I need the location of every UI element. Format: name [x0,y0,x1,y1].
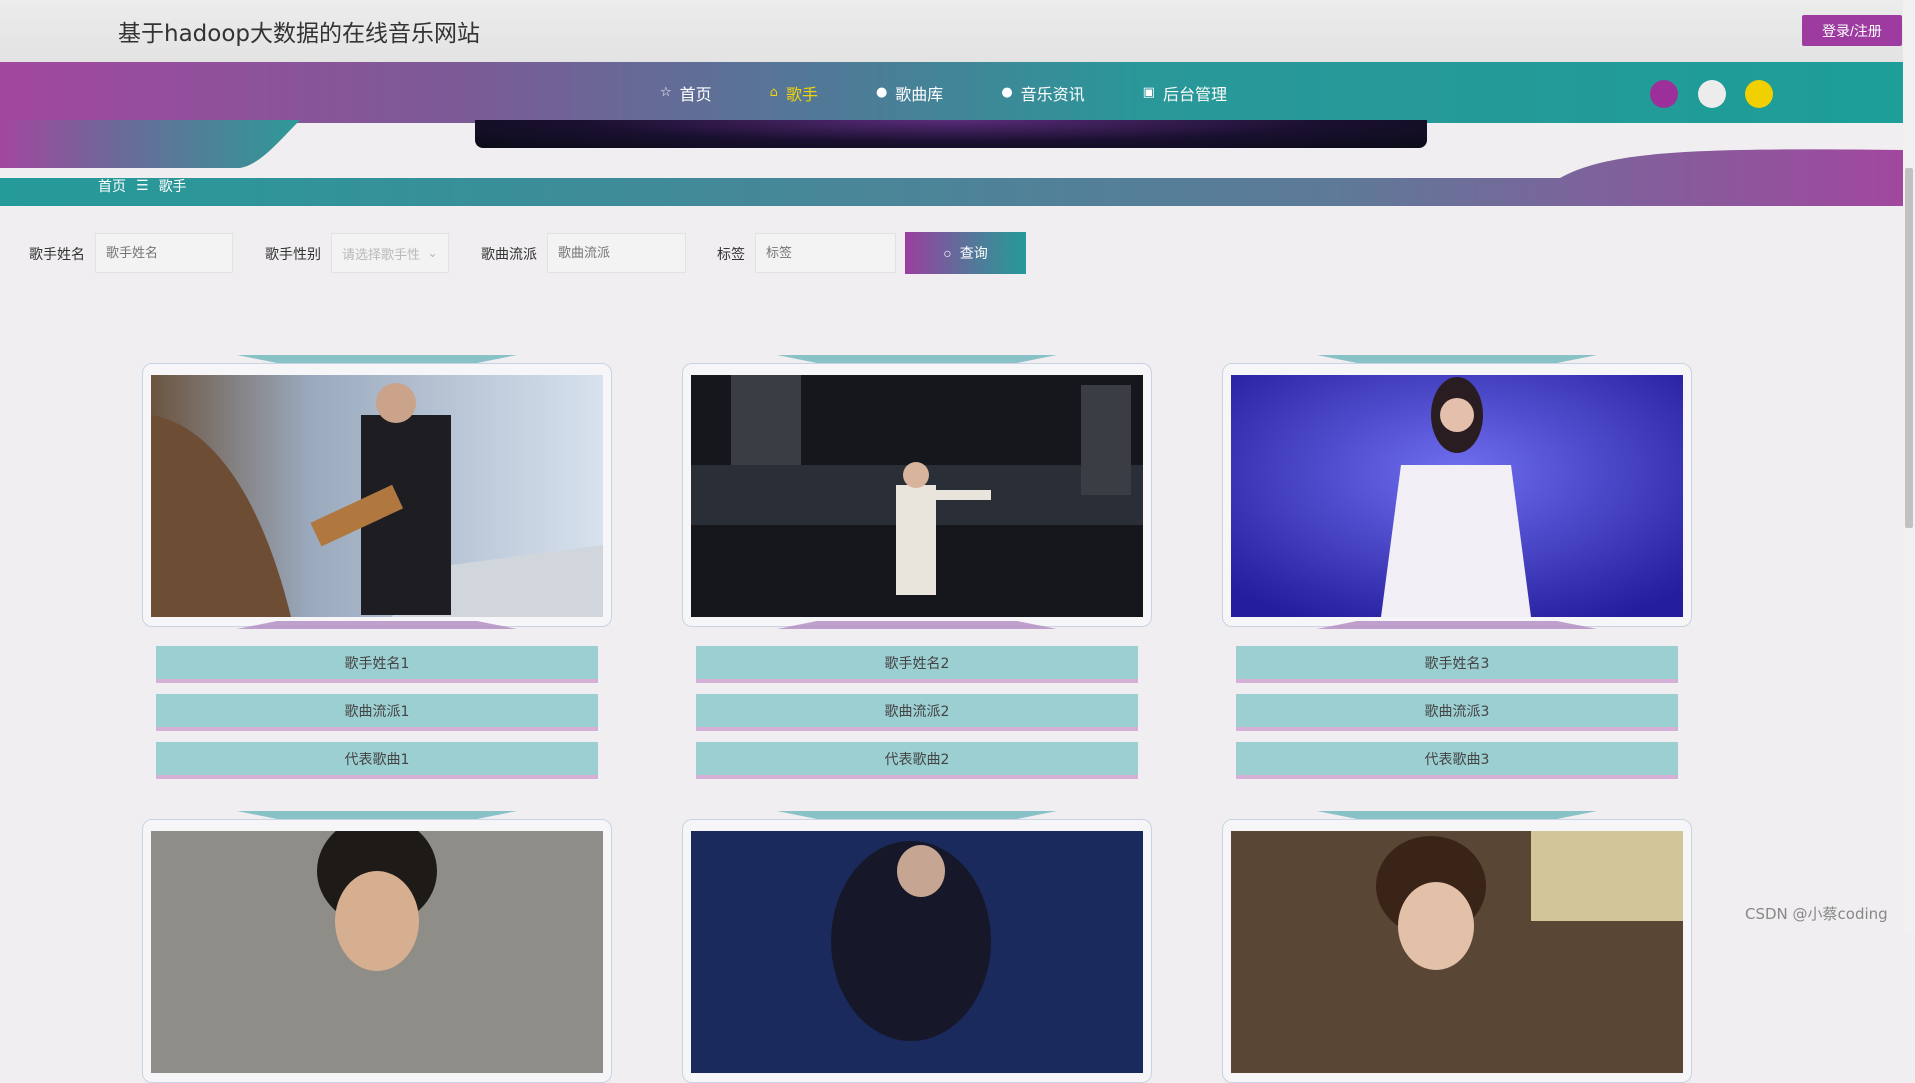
frame-decoration [237,355,517,363]
breadcrumb-current: 歌手 [158,179,187,195]
frame-decoration [1317,621,1597,629]
singer-name-input[interactable] [95,233,233,273]
frame-decoration [237,621,517,629]
singer-card[interactable]: 歌手姓名1 歌曲流派1 代表歌曲1 [142,353,612,783]
singer-song: 代表歌曲3 [1236,742,1678,779]
genre-label: 歌曲流派 [481,247,537,263]
banner-image [475,120,1427,148]
top-header: 基于hadoop大数据的在线音乐网站 登录/注册 [0,0,1903,62]
query-button[interactable]: ○ 查询 [905,232,1026,274]
singer-genre: 歌曲流派1 [156,694,598,731]
watermark: CSDN @小蔡coding [1745,905,1888,923]
nav-label: 歌曲库 [895,84,944,104]
singer-card[interactable] [1222,809,1692,1083]
frame-decoration [777,811,1057,819]
gender-placeholder: 请选择歌手性 [342,247,421,263]
theme-purple-button[interactable] [1650,80,1678,108]
singer-gender-label: 歌手性别 [265,247,321,263]
singer-photo [691,831,1143,1073]
menu-icon: ☰ [136,178,149,194]
info-icon: ● [875,85,888,100]
singer-card[interactable] [142,809,612,1083]
singer-card[interactable] [682,809,1152,1083]
singer-name-label: 歌手姓名 [29,247,85,263]
nav-item-home[interactable]: ☆ 首页 [660,81,712,105]
singer-photo [151,375,603,617]
nav-label: 歌手 [785,84,818,104]
singer-name: 歌手姓名2 [696,646,1138,683]
nav-item-music-news[interactable]: ● 音乐资讯 [1001,81,1084,105]
singer-card[interactable]: 歌手姓名2 歌曲流派2 代表歌曲2 [682,353,1152,783]
singer-photo [1231,375,1683,617]
singer-photo [691,375,1143,617]
theme-yellow-button[interactable] [1745,80,1773,108]
bag-icon: ⌂ [769,85,778,100]
singer-gender-select[interactable]: 请选择歌手性 ⌄ [331,233,449,273]
frame-decoration [777,355,1057,363]
singer-genre: 歌曲流派2 [696,694,1138,731]
nav-item-singers[interactable]: ⌂ 歌手 [770,81,818,105]
nav-label: 首页 [679,84,712,104]
main-nav: ☆ 首页 ⌂ 歌手 ● 歌曲库 ● 音乐资讯 ▣ 后台管理 [0,62,1903,123]
tag-label: 标签 [717,247,745,263]
singer-card[interactable]: 歌手姓名3 歌曲流派3 代表歌曲3 [1222,353,1692,783]
nav-item-admin[interactable]: ▣ 后台管理 [1143,81,1227,105]
breadcrumb-home[interactable]: 首页 [98,176,126,196]
frame-decoration [777,621,1057,629]
frame-decoration [237,811,517,819]
singer-photo [151,831,603,1073]
lock-icon: ▣ [1142,85,1155,100]
site-title: 基于hadoop大数据的在线音乐网站 [118,21,481,47]
breadcrumb: 首页 ☰ 歌手 [98,176,187,196]
star-icon: ☆ [660,85,672,100]
scroll-thumb[interactable] [1905,168,1913,528]
singer-name: 歌手姓名3 [1236,646,1678,683]
tag-input[interactable] [755,233,896,273]
search-bar: 歌手姓名 歌手性别 请选择歌手性 ⌄ 歌曲流派 标签 ○ 查询 [28,232,1128,274]
vertical-scrollbar[interactable] [1903,0,1915,933]
query-label: 查询 [959,245,988,261]
genre-input[interactable] [547,233,686,273]
nav-label: 后台管理 [1162,84,1227,104]
search-icon: ○ [943,245,952,261]
singer-photo [1231,831,1683,1073]
login-register-button[interactable]: 登录/注册 [1802,15,1902,46]
chevron-down-icon: ⌄ [427,245,438,261]
singer-song: 代表歌曲1 [156,742,598,779]
singer-genre: 歌曲流派3 [1236,694,1678,731]
frame-decoration [1317,811,1597,819]
theme-white-button[interactable] [1698,80,1726,108]
singer-song: 代表歌曲2 [696,742,1138,779]
nav-label: 音乐资讯 [1020,84,1085,104]
frame-decoration [1317,355,1597,363]
help-icon: ● [1001,85,1013,100]
singer-name: 歌手姓名1 [156,646,598,683]
nav-item-song-library[interactable]: ● 歌曲库 [876,81,943,105]
